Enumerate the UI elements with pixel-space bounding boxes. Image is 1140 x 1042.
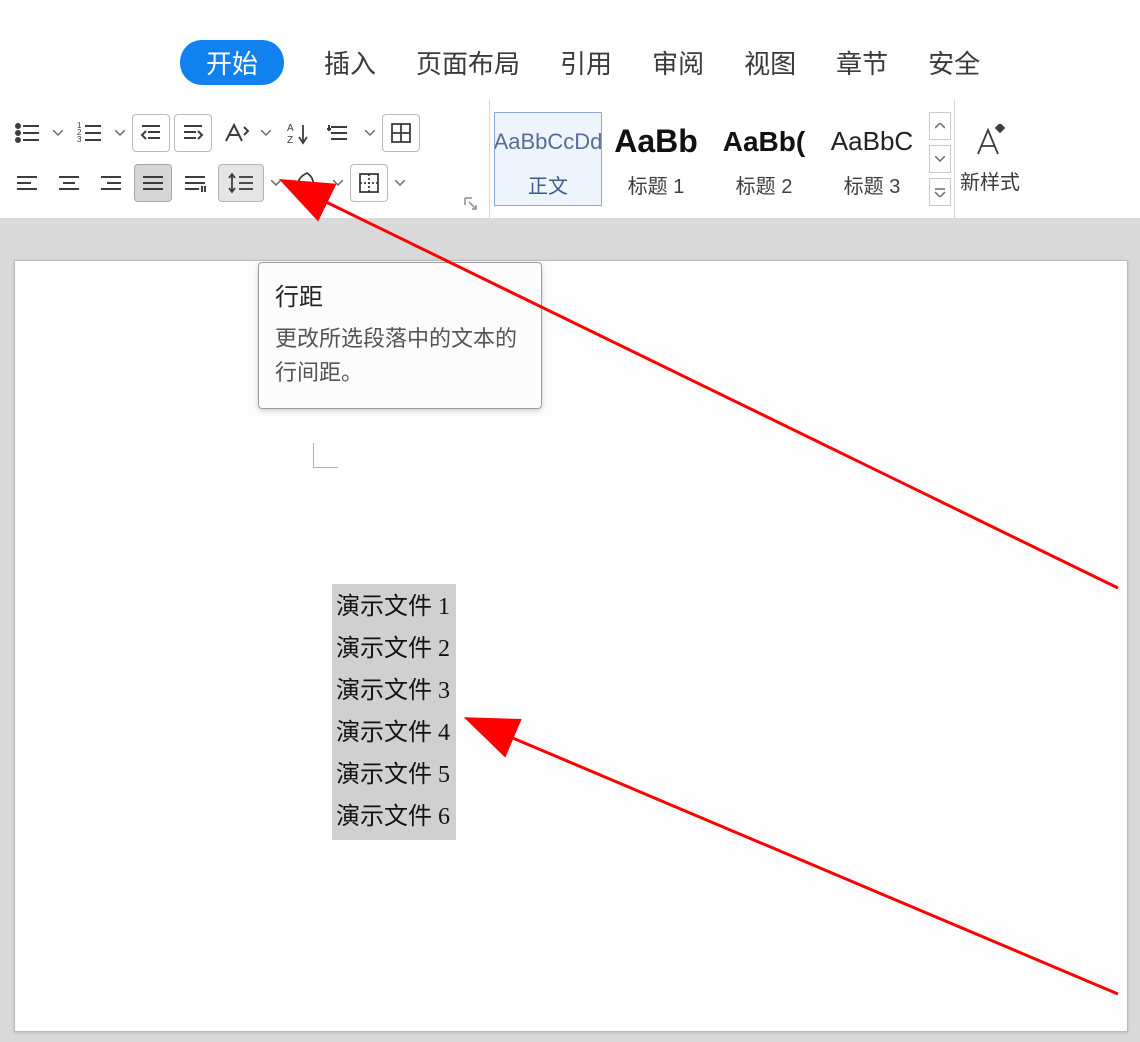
paragraph-dialog-launcher[interactable] xyxy=(463,196,481,214)
selected-text-block[interactable]: 演示文件 1 演示文件 2 演示文件 3 演示文件 4 演示文件 5 演示文件 … xyxy=(332,584,456,840)
tab-pagelayout[interactable]: 页面布局 xyxy=(416,44,520,81)
document-line: 演示文件 5 xyxy=(336,754,450,796)
align-justify-button[interactable] xyxy=(134,164,172,202)
document-line: 演示文件 3 xyxy=(336,670,450,712)
insert-table-button[interactable] xyxy=(382,114,420,152)
line-spacing-dropdown-icon[interactable] xyxy=(268,180,284,186)
borders-button[interactable] xyxy=(350,164,388,202)
bullets-dropdown-icon[interactable] xyxy=(50,130,66,136)
new-style-button[interactable]: 新样式 xyxy=(955,100,1025,218)
styles-more-button[interactable] xyxy=(929,178,951,206)
new-style-label: 新样式 xyxy=(960,166,1020,195)
tab-insert[interactable]: 插入 xyxy=(324,44,376,81)
style-heading3-label: 标题 3 xyxy=(819,170,925,205)
tab-view[interactable]: 视图 xyxy=(744,44,796,81)
document-line: 演示文件 4 xyxy=(336,712,450,754)
text-direction-dropdown-icon[interactable] xyxy=(258,130,274,136)
tab-security[interactable]: 安全 xyxy=(928,44,980,81)
sort-button[interactable]: A Z xyxy=(278,114,316,152)
styles-scroll-down[interactable] xyxy=(929,145,951,173)
numbering-dropdown-icon[interactable] xyxy=(112,130,128,136)
tab-chapter[interactable]: 章节 xyxy=(836,44,888,81)
page-margin-corner xyxy=(313,443,338,468)
tab-home[interactable]: 开始 xyxy=(180,40,284,85)
style-normal[interactable]: AaBbCcDd 正文 xyxy=(494,112,602,206)
new-style-icon xyxy=(970,124,1010,160)
svg-text:A: A xyxy=(287,123,294,134)
align-distribute-button[interactable] xyxy=(176,164,214,202)
style-heading3-preview: AaBbC xyxy=(819,113,925,170)
document-line: 演示文件 2 xyxy=(336,628,450,670)
style-heading1[interactable]: AaBb 标题 1 xyxy=(602,112,710,206)
document-line: 演示文件 1 xyxy=(336,586,450,628)
decrease-indent-button[interactable] xyxy=(132,114,170,152)
ribbon-styles-group: AaBbCcDd 正文 AaBb 标题 1 AaBb( 标题 2 AaBbC 标… xyxy=(490,100,955,218)
numbering-button[interactable]: 1 2 3 xyxy=(70,114,108,152)
tab-references[interactable]: 引用 xyxy=(560,44,612,81)
tooltip-line-spacing: 行距 更改所选段落中的文本的行间距。 xyxy=(258,262,542,409)
align-center-button[interactable] xyxy=(50,164,88,202)
tab-settings-button[interactable] xyxy=(320,114,358,152)
svg-text:Z: Z xyxy=(287,135,293,146)
document-page[interactable] xyxy=(14,260,1128,1032)
menu-tabs: 开始 插入 页面布局 引用 审阅 视图 章节 安全 xyxy=(0,38,1140,86)
document-line: 演示文件 6 xyxy=(336,796,450,838)
styles-scroll xyxy=(928,112,952,206)
ribbon: 1 2 3 xyxy=(0,100,1140,219)
style-heading3[interactable]: AaBbC 标题 3 xyxy=(818,112,926,206)
style-normal-preview: AaBbCcDd xyxy=(495,113,601,170)
style-heading2[interactable]: AaBb( 标题 2 xyxy=(710,112,818,206)
style-normal-label: 正文 xyxy=(495,170,601,205)
tab-review[interactable]: 审阅 xyxy=(652,44,704,81)
increase-indent-button[interactable] xyxy=(174,114,212,152)
ribbon-paragraph-group: 1 2 3 xyxy=(0,100,490,218)
tooltip-description: 更改所选段落中的文本的行间距。 xyxy=(275,322,525,390)
shading-dropdown-icon[interactable] xyxy=(330,180,346,186)
line-spacing-button[interactable] xyxy=(218,164,264,202)
style-heading2-label: 标题 2 xyxy=(711,170,817,205)
align-left-button[interactable] xyxy=(8,164,46,202)
align-right-button[interactable] xyxy=(92,164,130,202)
styles-scroll-up[interactable] xyxy=(929,112,951,140)
tooltip-title: 行距 xyxy=(275,277,525,312)
bullets-button[interactable] xyxy=(8,114,46,152)
style-heading1-preview: AaBb xyxy=(603,113,709,170)
svg-text:3: 3 xyxy=(77,135,82,144)
borders-dropdown-icon[interactable] xyxy=(392,180,408,186)
shading-button[interactable] xyxy=(288,164,326,202)
style-heading1-label: 标题 1 xyxy=(603,170,709,205)
tab-settings-dropdown-icon[interactable] xyxy=(362,130,378,136)
text-direction-button[interactable] xyxy=(216,114,254,152)
style-heading2-preview: AaBb( xyxy=(711,113,817,170)
